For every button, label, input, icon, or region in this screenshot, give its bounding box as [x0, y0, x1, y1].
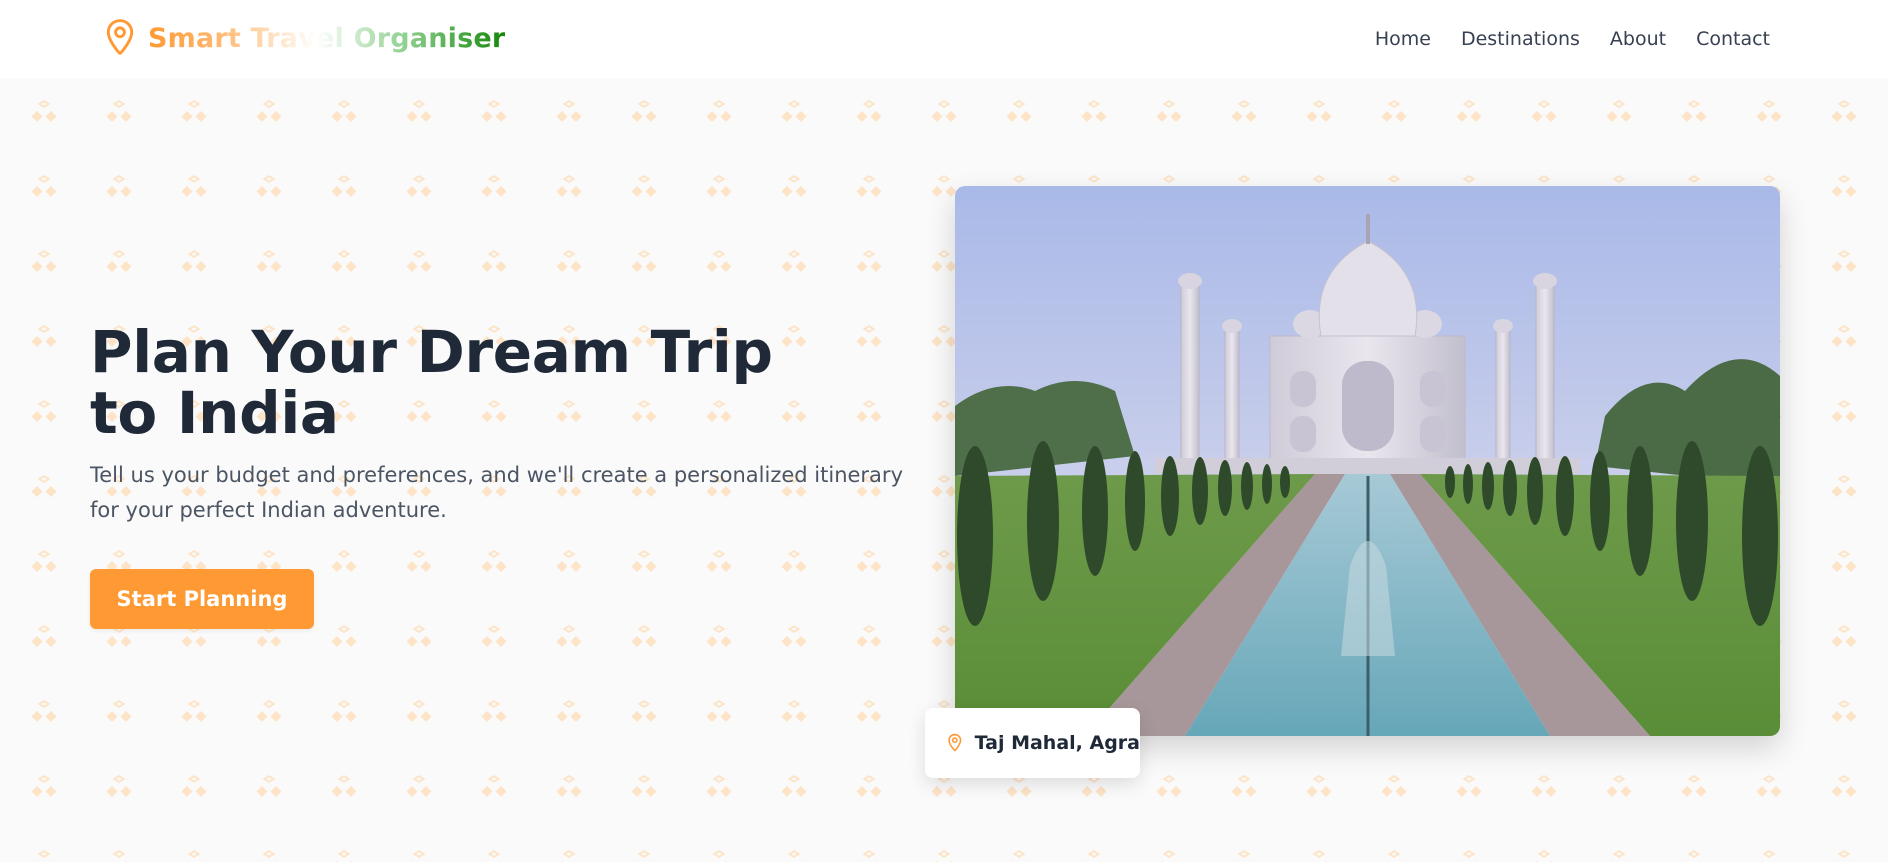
hero-image [955, 186, 1780, 736]
map-pin-icon [106, 19, 134, 55]
caption-label: Taj Mahal, Agra [974, 732, 1140, 754]
hero-section: Plan Your Dream Trip to India Tell us yo… [0, 78, 1888, 862]
nav-link-home[interactable]: Home [1375, 22, 1431, 56]
hero-headline: Plan Your Dream Trip to India [90, 318, 773, 447]
brand-name: Smart Travel Organiser [148, 22, 506, 54]
main-nav: Home Destinations About Contact [1375, 22, 1770, 56]
nav-link-contact[interactable]: Contact [1696, 22, 1770, 56]
nav-link-destinations[interactable]: Destinations [1461, 22, 1580, 56]
start-planning-button[interactable]: Start Planning [90, 569, 314, 629]
nav-link-about[interactable]: About [1610, 22, 1666, 56]
site-header: Smart Travel Organiser Home Destinations… [0, 0, 1888, 78]
location-caption: Taj Mahal, Agra [925, 708, 1140, 778]
map-pin-icon [948, 733, 962, 752]
brand-logo-link[interactable]: Smart Travel Organiser [104, 18, 505, 58]
hero-subtitle: Tell us your budget and preferences, and… [90, 463, 903, 522]
